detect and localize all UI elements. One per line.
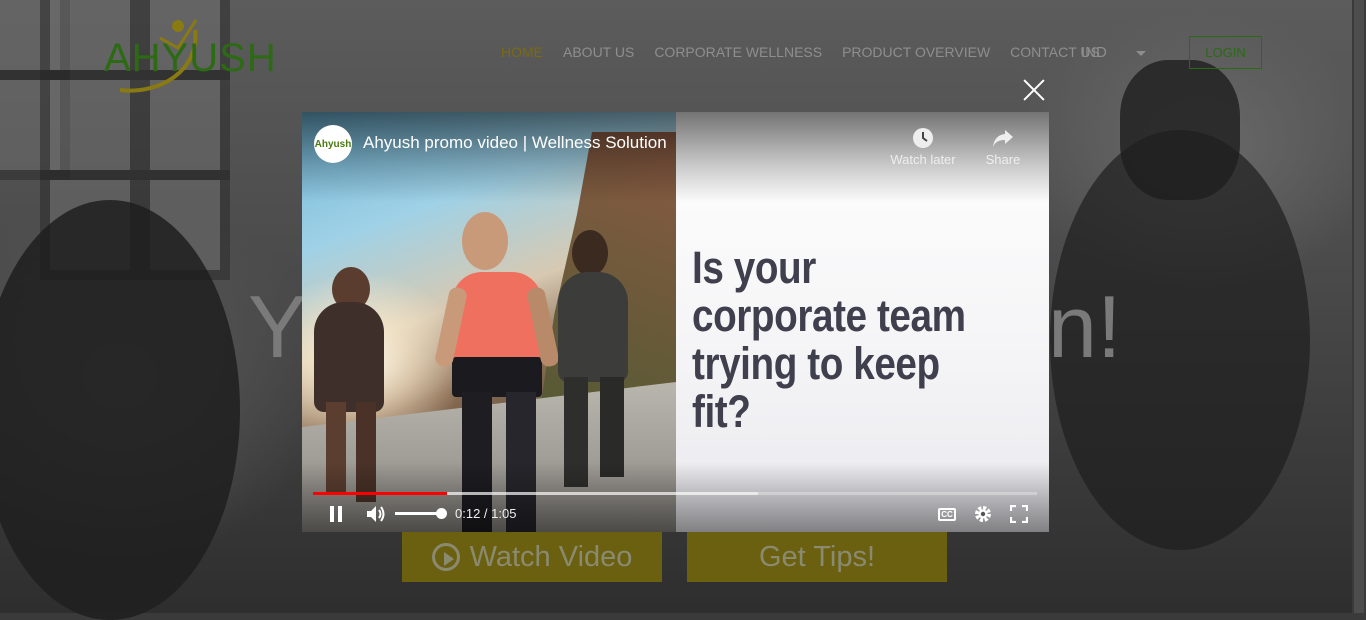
language-select[interactable]: IND [1081, 44, 1107, 61]
fullscreen-button[interactable] [1007, 502, 1031, 526]
scrollbar-thumb[interactable] [1354, 0, 1364, 613]
captions-button[interactable]: CC [935, 502, 959, 526]
volume-icon [367, 506, 385, 522]
volume-slider[interactable] [395, 512, 441, 515]
hero-title-end: n! [1048, 277, 1122, 376]
played-bar [313, 492, 447, 495]
video-player[interactable]: Is your corporate team trying to keep fi… [302, 112, 1049, 532]
watch-video-button[interactable]: Watch Video [402, 532, 662, 582]
volume-slider-handle[interactable] [436, 508, 447, 519]
nav-about-us[interactable]: ABOUT US [563, 44, 634, 60]
watch-later-label: Watch later [890, 152, 956, 167]
hero-title-start: Y [248, 277, 307, 376]
video-progress-bar[interactable] [313, 492, 1037, 495]
time-display: 0:12 / 1:05 [455, 506, 517, 521]
chevron-down-icon[interactable] [1136, 51, 1146, 56]
mute-button[interactable] [364, 502, 388, 526]
share-icon [963, 124, 1043, 152]
get-tips-button[interactable]: Get Tips! [687, 532, 947, 582]
play-circle-icon [431, 543, 460, 571]
share-label: Share [985, 152, 1021, 167]
watch-later-button[interactable]: Watch later [883, 124, 963, 167]
clock-icon [883, 124, 963, 152]
gear-icon [975, 506, 991, 522]
nav-home[interactable]: HOME [501, 44, 543, 60]
site-header: AHYUSH HOME ABOUT US CORPORATE WELLNESS … [0, 0, 1366, 100]
main-nav: HOME ABOUT US CORPORATE WELLNESS PRODUCT… [501, 44, 1100, 60]
nav-product-overview[interactable]: PRODUCT OVERVIEW [842, 44, 990, 60]
pause-icon [330, 506, 342, 522]
nav-corporate-wellness[interactable]: CORPORATE WELLNESS [654, 44, 822, 60]
page-scrollbar[interactable] [1352, 0, 1366, 613]
channel-avatar[interactable]: Ahyush [314, 125, 352, 163]
video-title[interactable]: Ahyush promo video | Wellness Solution [363, 133, 667, 153]
close-icon[interactable] [1020, 76, 1048, 104]
login-button[interactable]: LOGIN [1189, 36, 1262, 69]
video-headline-text: Is your corporate team trying to keep fi… [692, 242, 966, 437]
watch-video-label: Watch Video [469, 540, 633, 573]
pause-button[interactable] [324, 502, 348, 526]
brand-logo-text: AHYUSH [104, 36, 277, 80]
share-button[interactable]: Share [963, 124, 1043, 167]
get-tips-label: Get Tips! [758, 540, 876, 573]
settings-button[interactable] [971, 502, 995, 526]
fullscreen-icon [1010, 505, 1028, 523]
captions-icon: CC [938, 507, 956, 521]
